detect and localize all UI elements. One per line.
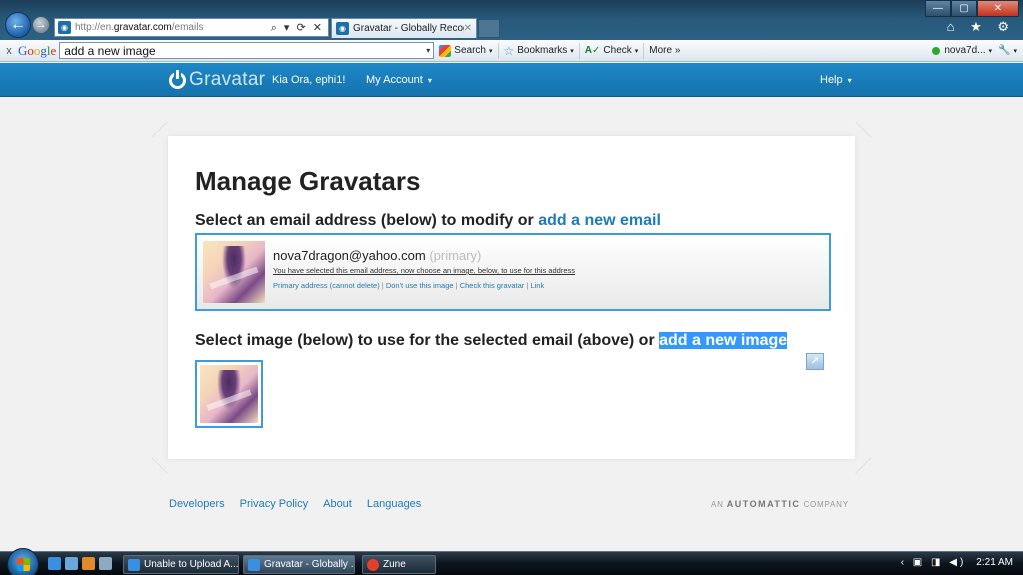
add-new-email-link[interactable]: add a new email [538, 212, 661, 229]
taskbar-item-unable-to-upload[interactable]: Unable to Upload A... [123, 555, 239, 574]
zune-icon [367, 558, 379, 571]
site-favicon-icon: ◉ [58, 21, 71, 34]
close-window-button[interactable]: ✕ [977, 0, 1019, 17]
ie-quicklaunch-icon[interactable] [48, 557, 61, 570]
google-search-button[interactable]: Search ▾ [434, 42, 499, 59]
new-tab-button[interactable] [478, 19, 500, 38]
ie-icon [128, 558, 140, 571]
address-controls[interactable]: ⌕ ▾ ⟳ ✕ [271, 21, 328, 35]
back-icon[interactable]: ← [5, 12, 31, 38]
bookmarks-button[interactable]: ☆ Bookmarks ▾ [499, 42, 580, 59]
status-online-icon [932, 46, 941, 55]
footer-about-link[interactable]: About [323, 498, 352, 510]
gravatar-logo[interactable]: Gravatar [169, 69, 265, 91]
tray-icons[interactable]: ‹ ▣ ◨ ◀) [901, 557, 967, 568]
browser-tab-gravatar[interactable]: ◉ Gravatar - Globally Recogni... ✕ [331, 18, 477, 38]
windows-taskbar: Unable to Upload A... Gravatar - Globall… [0, 548, 1023, 575]
forward-icon[interactable]: → [32, 16, 50, 34]
link-link[interactable]: Link [530, 281, 544, 290]
chevron-down-icon: ▾ [847, 76, 852, 85]
email-avatar-image [203, 241, 265, 303]
primary-badge: (primary) [429, 248, 482, 263]
footer-privacy-link[interactable]: Privacy Policy [240, 498, 308, 510]
tab-close-icon[interactable]: ✕ [464, 23, 476, 34]
minimize-button[interactable]: — [925, 0, 951, 17]
window-controls: — ▢ ✕ [925, 0, 1019, 17]
gravatar-thumbnail-image [200, 365, 258, 423]
email-selected-note: You have selected this email address, no… [273, 266, 575, 275]
google-search-box[interactable]: ▾ [59, 42, 435, 59]
primary-address-link[interactable]: Primary address (cannot delete) [273, 281, 380, 290]
gravatar-image-option[interactable] [195, 360, 263, 428]
more-button[interactable]: More » [644, 43, 685, 59]
site-header: Gravatar Kia Ora, ephi1! My Account ▾ Hel… [0, 63, 1023, 97]
switch-windows-icon[interactable] [99, 557, 112, 570]
media-quicklaunch-icon[interactable] [82, 557, 95, 570]
footer-languages-link[interactable]: Languages [367, 498, 421, 510]
google-account[interactable]: nova7d... ▾ 🔧 ▾ [932, 45, 1023, 56]
tab-favicon-icon: ◉ [336, 22, 349, 35]
spell-check-button[interactable]: A✓ Check ▾ [580, 42, 645, 59]
email-address: nova7dragon@yahoo.com (primary) [273, 248, 482, 263]
image-section-heading: Select image (below) to use for the sele… [195, 332, 788, 349]
system-tray: ‹ ▣ ◨ ◀) 2:21 AM [901, 557, 1013, 568]
manage-gravatars-card: Manage Gravatars Select an email address… [151, 121, 872, 474]
gravatar-power-icon [169, 69, 186, 89]
automattic-credit[interactable]: AN AUTOMATTIC COMPANY [711, 499, 849, 509]
google-search-icon [439, 44, 452, 57]
ie-icon [248, 558, 260, 571]
check-gravatar-link[interactable]: Check this gravatar [460, 281, 525, 290]
help-menu[interactable]: Help ▾ [820, 74, 852, 86]
quick-launch [48, 557, 116, 570]
toolbar-close-icon[interactable]: x [0, 45, 18, 57]
google-toolbar: x Google ▾ Search▾ ☆ Bookmarks▾ A✓ Check… [0, 40, 1023, 62]
dont-use-image-link[interactable]: Don't use this image [386, 281, 454, 290]
footer-developers-link[interactable]: Developers [169, 498, 225, 510]
greeting: Kia Ora, ephi1! [272, 74, 346, 86]
address-bar[interactable]: ◉ http://en.gravatar.com/emails ⌕ ▾ ⟳ ✕ [54, 18, 329, 37]
my-account-menu[interactable]: My Account ▾ [366, 74, 432, 86]
desktop-quicklaunch-icon[interactable] [65, 557, 78, 570]
taskbar-item-zune[interactable]: Zune [362, 555, 436, 574]
home-favorites-tools-icons[interactable]: ⌂ ★ ⚙ [947, 19, 1015, 35]
add-new-image-link[interactable]: add a new image [659, 332, 788, 349]
address-url[interactable]: http://en.gravatar.com/emails [75, 22, 203, 33]
page-title: Manage Gravatars [195, 166, 421, 196]
tab-title: Gravatar - Globally Recogni... [353, 23, 464, 34]
start-button[interactable] [7, 548, 39, 575]
browser-chrome: ← → ◉ http://en.gravatar.com/emails ⌕ ▾ … [0, 0, 1023, 40]
star-icon: ☆ [503, 43, 515, 58]
chevron-down-icon: ▾ [427, 76, 432, 85]
email-section-heading: Select an email address (below) to modif… [195, 212, 661, 229]
popout-icon[interactable]: ↗ [806, 353, 824, 370]
search-dropdown-icon[interactable]: ▾ [426, 46, 433, 55]
selected-email-row[interactable]: nova7dragon@yahoo.com (primary) You have… [195, 233, 831, 311]
clock[interactable]: 2:21 AM [976, 557, 1013, 568]
maximize-button[interactable]: ▢ [951, 0, 977, 17]
spellcheck-icon: A✓ [584, 45, 601, 56]
footer-links: Developers Privacy Policy About Language… [169, 498, 436, 510]
wrench-icon[interactable]: 🔧 [998, 45, 1010, 56]
google-logo[interactable]: Google [18, 43, 56, 59]
email-actions: Primary address (cannot delete) | Don't … [273, 281, 545, 290]
google-search-input[interactable] [64, 43, 427, 58]
taskbar-item-gravatar[interactable]: Gravatar - Globally ... [243, 555, 355, 574]
